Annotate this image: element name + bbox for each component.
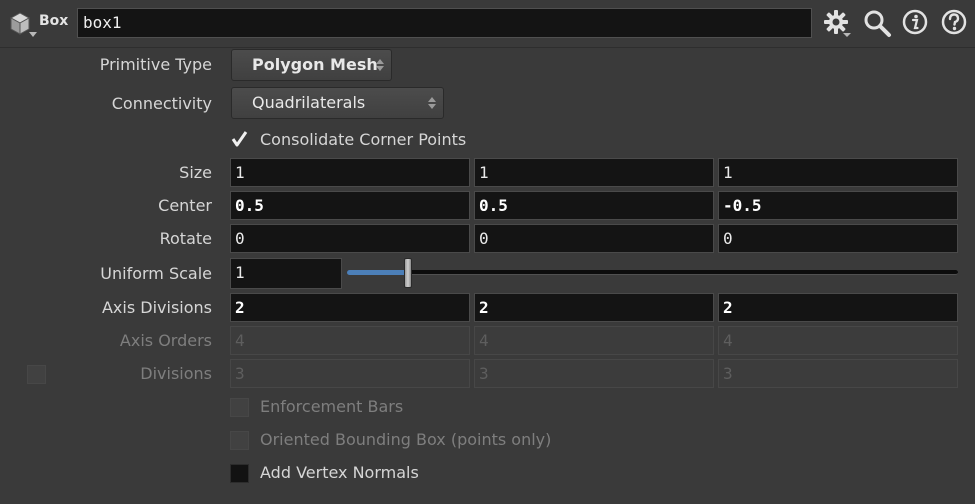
- gear-icon[interactable]: [822, 8, 852, 38]
- axis-orders-label: Axis Orders: [119, 331, 212, 350]
- node-type-label: Box: [39, 13, 69, 29]
- center-label: Center: [158, 196, 212, 215]
- parameter-header: Box box1: [0, 0, 975, 48]
- divisions-x-field: 3: [230, 359, 470, 388]
- connectivity-label: Connectivity: [111, 94, 212, 113]
- primitive-type-value: Polygon Mesh: [252, 55, 378, 74]
- oriented-bbox-label: Oriented Bounding Box (points only): [260, 430, 552, 449]
- uniform-scale-field[interactable]: 1: [230, 258, 342, 289]
- help-icon[interactable]: [940, 8, 970, 38]
- axis-orders-z-field: 4: [718, 326, 958, 355]
- vertex-normals-checkbox[interactable]: [230, 464, 249, 483]
- box-node-icon[interactable]: [7, 10, 37, 38]
- connectivity-menu[interactable]: Quadrilaterals: [231, 87, 444, 119]
- size-z-field[interactable]: 1: [718, 158, 958, 187]
- rotate-y-field[interactable]: 0: [474, 224, 714, 253]
- divisions-y-field: 3: [474, 359, 714, 388]
- axis-divisions-z-field[interactable]: 2: [718, 293, 958, 322]
- size-label: Size: [179, 163, 212, 182]
- uniform-scale-slider-track[interactable]: [347, 270, 958, 275]
- axis-divisions-x-field[interactable]: 2: [230, 293, 470, 322]
- node-name-field[interactable]: box1: [77, 8, 812, 38]
- enforcement-bars-label: Enforcement Bars: [260, 397, 404, 416]
- axis-orders-x-field: 4: [230, 326, 470, 355]
- rotate-label: Rotate: [159, 229, 212, 248]
- uniform-scale-slider-handle[interactable]: [404, 258, 413, 288]
- axis-divisions-y-field[interactable]: 2: [474, 293, 714, 322]
- uniform-scale-label: Uniform Scale: [100, 264, 212, 283]
- consolidate-label: Consolidate Corner Points: [260, 130, 467, 149]
- primitive-type-menu[interactable]: Polygon Mesh: [231, 49, 392, 81]
- enforcement-bars-checkbox: [230, 398, 249, 417]
- divisions-label: Divisions: [140, 364, 212, 383]
- vertex-normals-label: Add Vertex Normals: [260, 463, 419, 482]
- divisions-enable-checkbox[interactable]: [27, 365, 46, 384]
- center-z-field[interactable]: -0.5: [718, 191, 958, 220]
- rotate-z-field[interactable]: 0: [718, 224, 958, 253]
- center-x-field[interactable]: 0.5: [230, 191, 470, 220]
- axis-divisions-label: Axis Divisions: [101, 298, 212, 317]
- divisions-z-field: 3: [718, 359, 958, 388]
- consolidate-checkbox[interactable]: [230, 130, 249, 149]
- axis-orders-y-field: 4: [474, 326, 714, 355]
- oriented-bbox-checkbox: [230, 431, 249, 450]
- info-icon[interactable]: [901, 8, 931, 38]
- menu-arrows-icon: [376, 59, 384, 71]
- search-icon[interactable]: [862, 8, 892, 38]
- menu-arrows-icon: [428, 97, 436, 109]
- checkmark-icon: [231, 131, 248, 147]
- center-y-field[interactable]: 0.5: [474, 191, 714, 220]
- size-y-field[interactable]: 1: [474, 158, 714, 187]
- primitive-type-label: Primitive Type: [99, 55, 212, 74]
- uniform-scale-slider-fill: [347, 270, 409, 275]
- rotate-x-field[interactable]: 0: [230, 224, 470, 253]
- size-x-field[interactable]: 1: [230, 158, 470, 187]
- connectivity-value: Quadrilaterals: [252, 93, 366, 112]
